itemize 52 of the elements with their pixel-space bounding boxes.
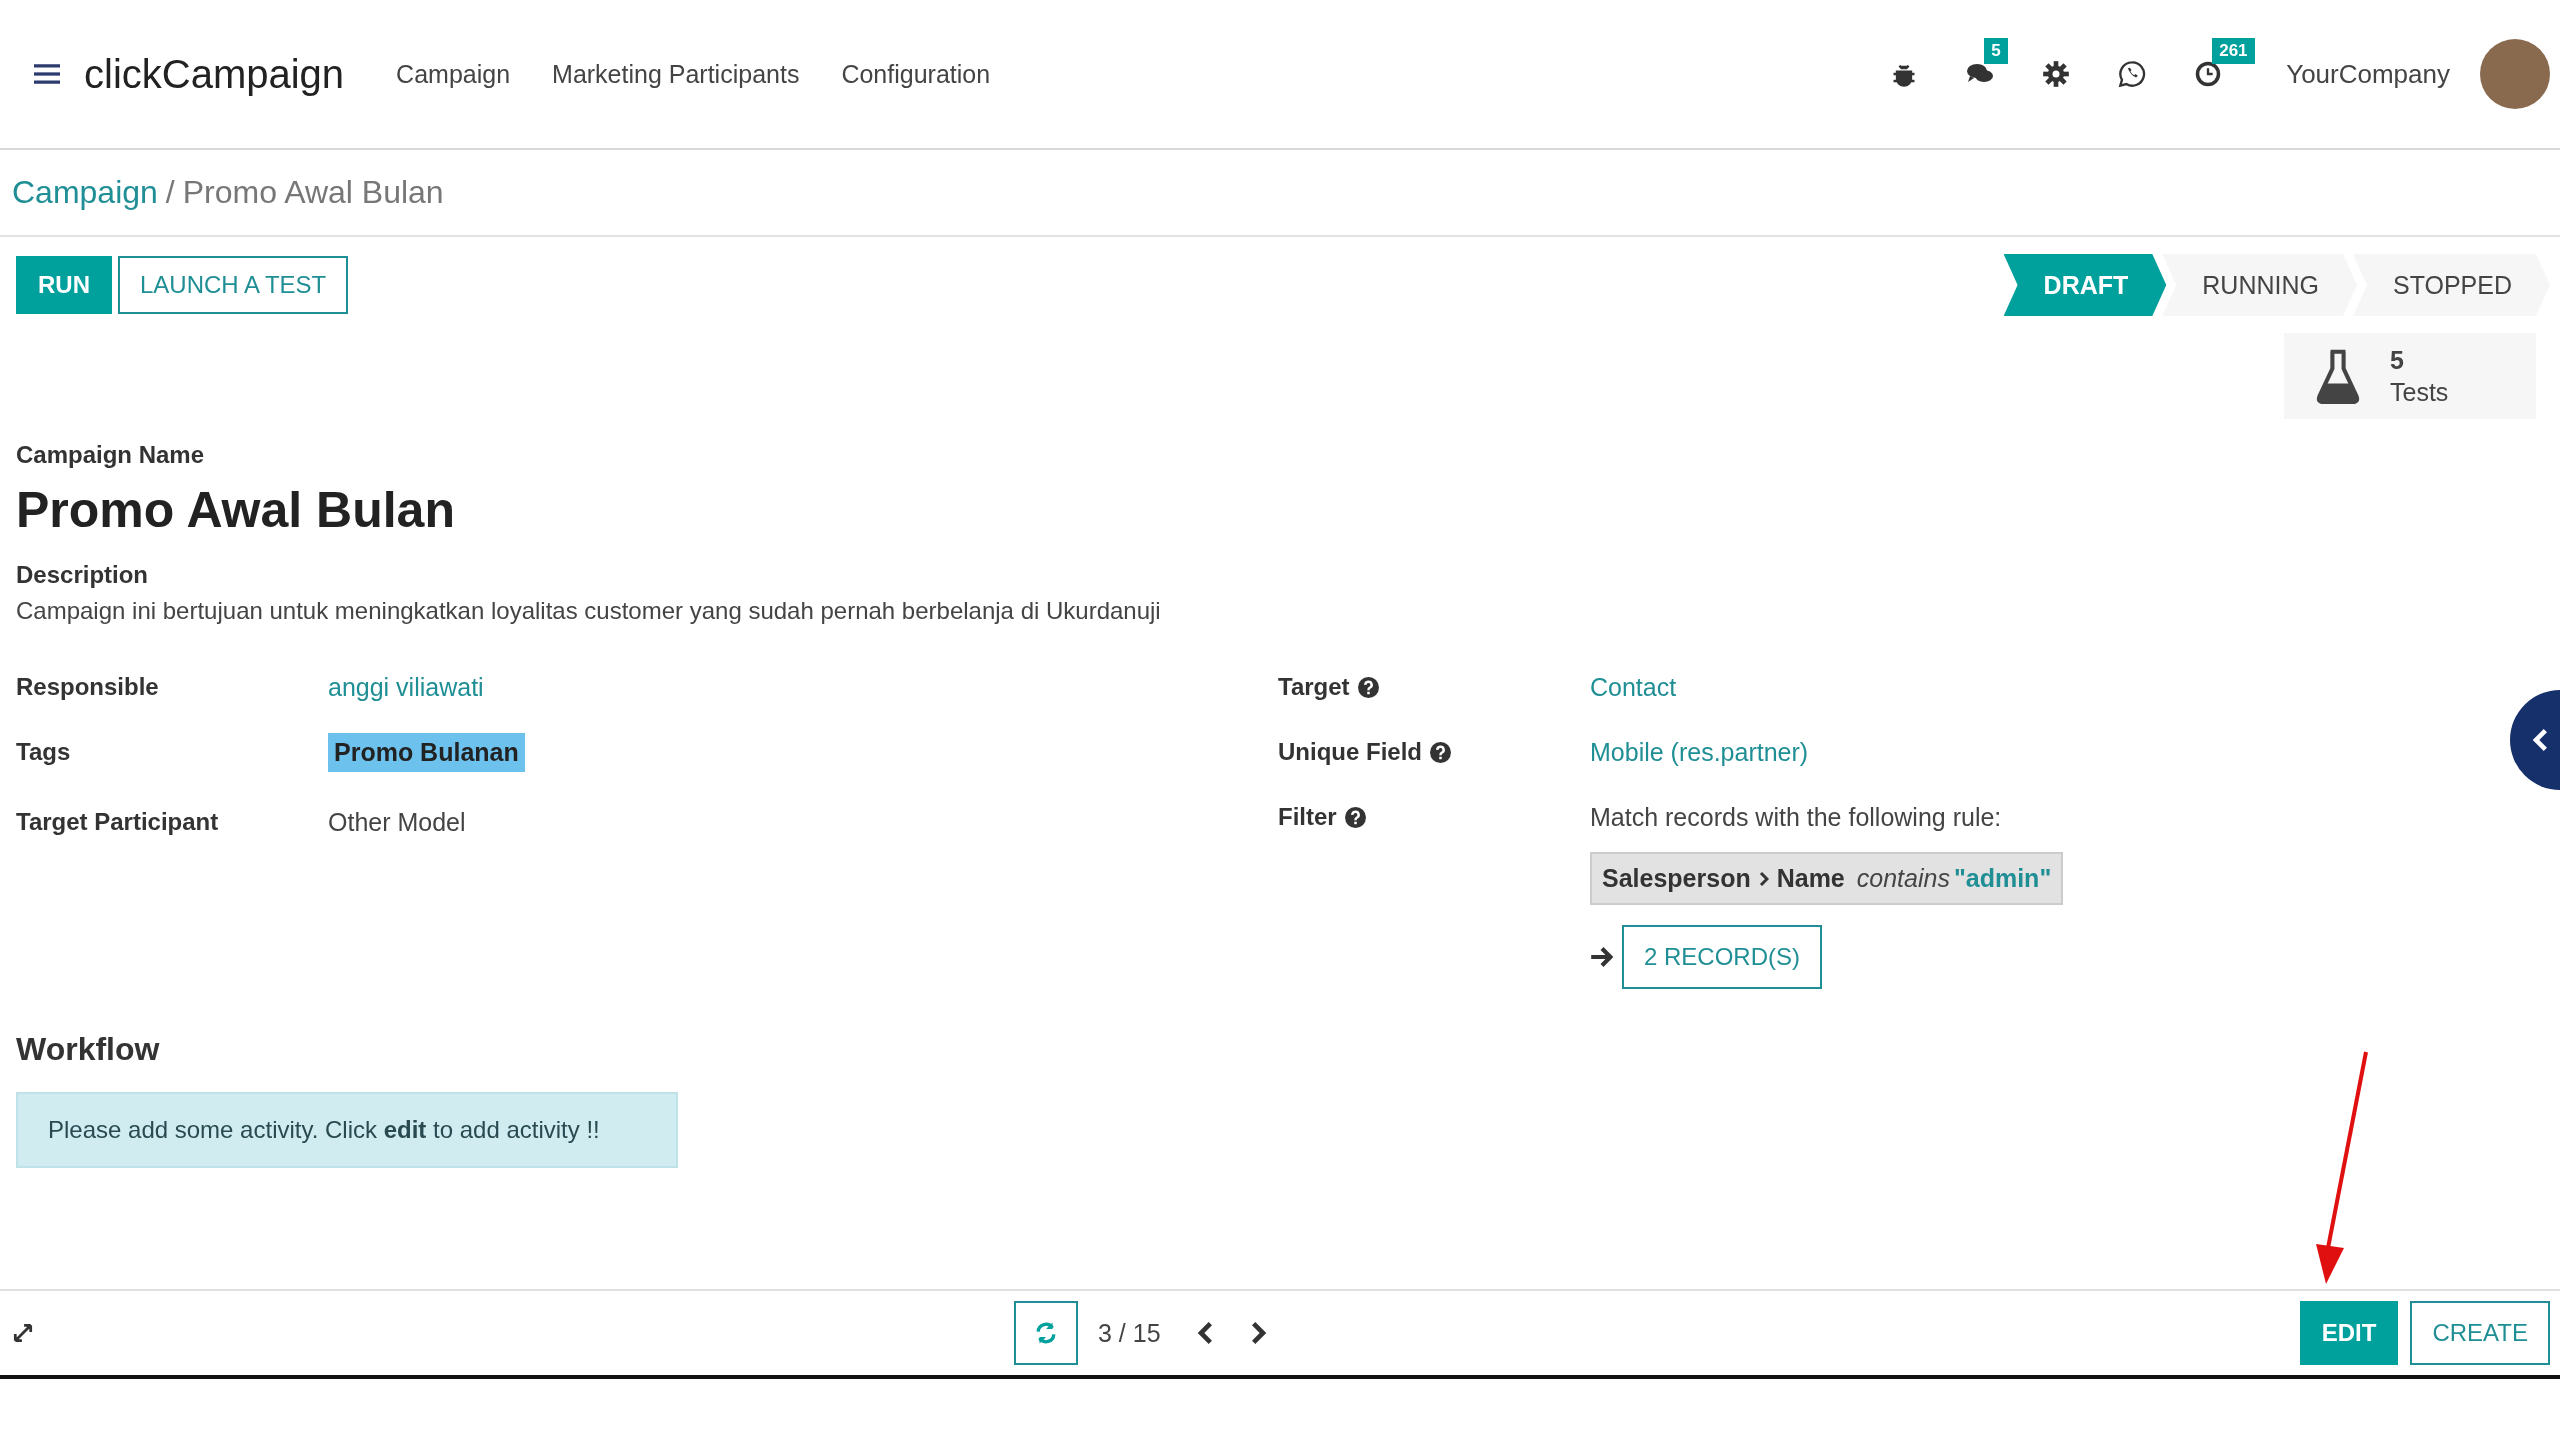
- field-label: Responsible: [16, 673, 160, 701]
- breadcrumb-current: Promo Awal Bulan: [182, 174, 444, 211]
- status-stage[interactable]: STOPPED: [2352, 254, 2550, 316]
- help-icon[interactable]: [1357, 676, 1379, 698]
- help-icon[interactable]: [1430, 741, 1451, 763]
- launch-test-button[interactable]: LAUNCH A TEST: [118, 256, 349, 314]
- refresh-button[interactable]: [1014, 1301, 1078, 1365]
- company-name[interactable]: YourCompany: [2286, 58, 2450, 90]
- chevron-right-icon: [1758, 870, 1769, 887]
- settings-icon[interactable]: [2042, 60, 2071, 88]
- nav-menu-item[interactable]: Marketing Participants: [552, 59, 800, 89]
- expand-icon[interactable]: [12, 1322, 34, 1344]
- breadcrumb-separator: /: [165, 174, 175, 211]
- phone-chat-icon[interactable]: [2118, 60, 2147, 88]
- field-label: Tags: [16, 738, 72, 766]
- notification-badge: 5: [1984, 38, 2008, 64]
- flask-icon: [2314, 348, 2362, 404]
- tests-smart-button[interactable]: 5 Tests: [2284, 333, 2536, 419]
- records-button[interactable]: 2 RECORD(S): [1622, 925, 1822, 989]
- app-name[interactable]: clickCampaign: [84, 51, 345, 97]
- field-link[interactable]: anggi viliawati: [328, 673, 484, 702]
- campaign-title: Promo Awal Bulan: [16, 481, 456, 539]
- field-label: Filter: [1278, 803, 1337, 831]
- field-link[interactable]: Contact: [1590, 673, 1677, 702]
- section-heading: Workflow: [16, 1031, 161, 1068]
- field-value: Other Model: [328, 808, 466, 837]
- clock-icon[interactable]: [2194, 60, 2223, 88]
- run-button[interactable]: RUN: [16, 256, 112, 314]
- field-label: Campaign Name: [16, 441, 206, 469]
- create-button[interactable]: CREATE: [2410, 1301, 2550, 1365]
- notification-badge: 261: [2212, 38, 2255, 64]
- arrow-right-icon: [1590, 946, 1614, 968]
- breadcrumb-link[interactable]: Campaign: [12, 174, 158, 211]
- status-stage[interactable]: RUNNING: [2162, 254, 2357, 316]
- description-text: Campaign ini bertujuan untuk meningkatkan loyalitas customer yang sudah pernah berbelanja di Ukurdanuji: [16, 597, 1162, 625]
- field-label: Target: [1278, 673, 1350, 701]
- field-label: Description: [16, 561, 150, 589]
- tag-chip[interactable]: Promo Bulanan: [328, 733, 525, 772]
- nav-menu-item[interactable]: Campaign: [396, 59, 511, 89]
- field-value: Match records with the following rule:: [1590, 803, 2002, 832]
- field-link[interactable]: Mobile (res.partner): [1590, 738, 1809, 767]
- pager-counter: 3 / 15: [1098, 1318, 1161, 1348]
- chevron-left-icon: [2532, 728, 2548, 752]
- field-label: Unique Field: [1278, 738, 1422, 766]
- edit-button[interactable]: EDIT: [2299, 1301, 2399, 1365]
- help-icon[interactable]: [1344, 806, 1366, 828]
- info-notice: Please add some activity. Click edit to add activity !!: [16, 1092, 678, 1168]
- chevron-right-icon[interactable]: [1250, 1321, 1267, 1345]
- status-stage[interactable]: DRAFT: [2003, 254, 2167, 316]
- nav-menu-item[interactable]: Configuration: [841, 59, 991, 89]
- chevron-left-icon[interactable]: [1196, 1321, 1213, 1345]
- field-label: Target Participant: [16, 808, 220, 836]
